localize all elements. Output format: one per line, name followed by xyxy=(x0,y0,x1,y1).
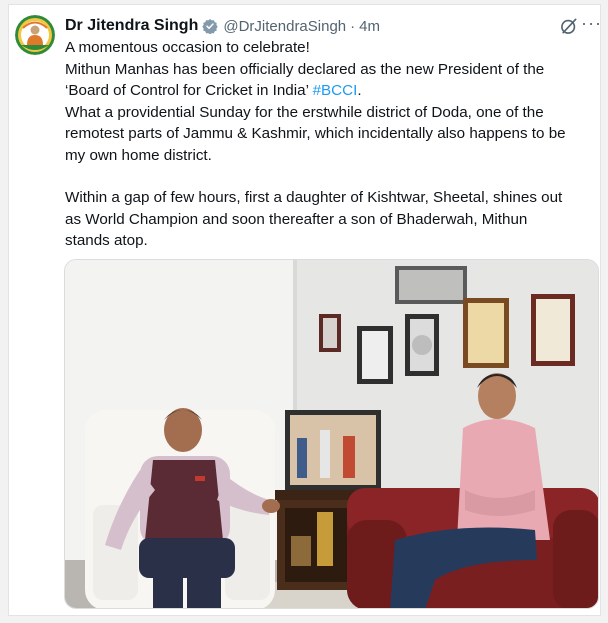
avatar[interactable] xyxy=(15,15,55,55)
tweet-text-segment: . xyxy=(357,82,362,99)
timestamp[interactable]: 4m xyxy=(359,18,380,35)
tweet-text-line: Mithun Manhas has been officially declar… xyxy=(65,60,545,78)
grok-icon[interactable] xyxy=(559,16,579,36)
verified-badge-icon xyxy=(202,19,219,34)
tweet-text-line: stands atop. xyxy=(65,232,148,249)
more-options-icon[interactable]: ··· xyxy=(581,13,602,34)
author-name[interactable]: Dr Jitendra Singh xyxy=(65,17,198,35)
tweet-text-line: A momentous occasion to celebrate! xyxy=(65,39,310,56)
tweet-text-line: as World Champion and soon thereafter a … xyxy=(65,210,528,228)
header-separator: · xyxy=(350,17,356,35)
tweet-text-segment: ‘Board of Control for Cricket in India’ xyxy=(65,82,313,99)
tweet-text-line: Within a gap of few hours, first a daugh… xyxy=(65,189,563,206)
tweet-header: Dr Jitendra Singh @DrJitendraSingh · 4m xyxy=(65,15,380,37)
tweet-card[interactable]: Dr Jitendra Singh @DrJitendraSingh · 4m … xyxy=(8,4,601,616)
tweet-text-line: remotest parts of Jammu & Kashmir, which… xyxy=(65,125,566,142)
tweet-text: A momentous occasion to celebrate! Mithu… xyxy=(65,37,593,252)
tweet-photo[interactable] xyxy=(64,259,599,609)
tweet-text-line: ‘Board of Control for Cricket in India’ … xyxy=(65,80,593,102)
hashtag-link[interactable]: #BCCI xyxy=(313,82,358,99)
author-handle[interactable]: @DrJitendraSingh xyxy=(223,18,346,35)
tweet-text-line: What a providential Sunday for the erstw… xyxy=(65,103,544,121)
tweet-text-line: my own home district. xyxy=(65,146,212,164)
